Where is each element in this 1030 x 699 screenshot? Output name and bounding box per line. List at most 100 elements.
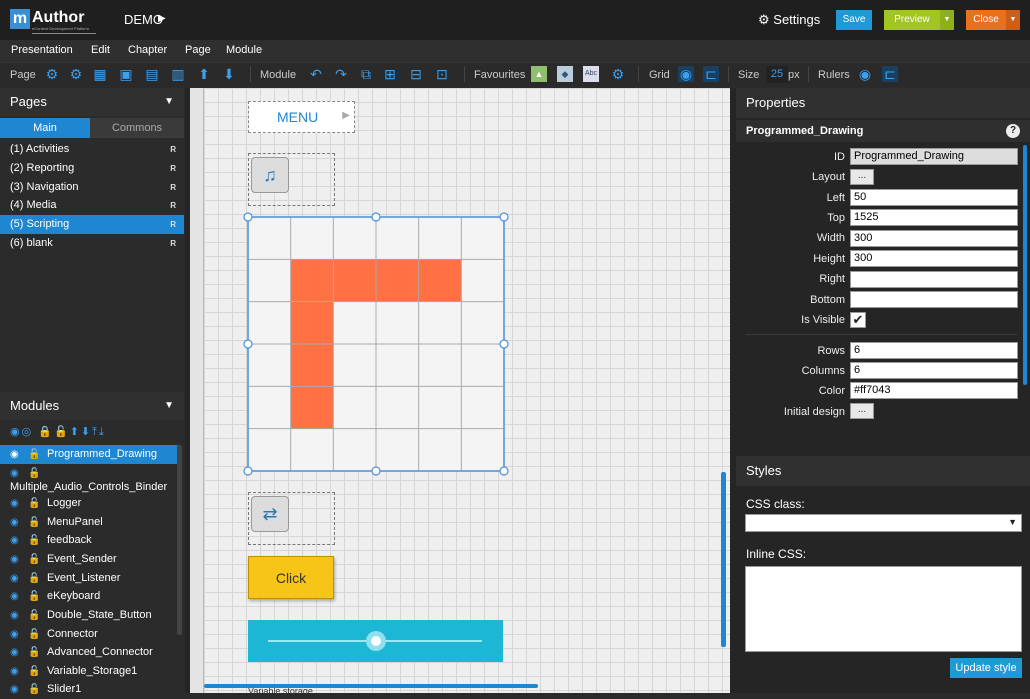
save-button[interactable]: Save: [836, 10, 872, 30]
copy-page-icon[interactable]: ▣: [118, 66, 134, 82]
module-item[interactable]: ◉ 🔓 Connector: [0, 625, 178, 644]
eye-icon[interactable]: ◉: [10, 531, 19, 550]
eye-icon[interactable]: ◉: [10, 606, 19, 625]
mauthor-logo[interactable]: m Author eContent Development Platform: [10, 9, 96, 34]
undo-icon[interactable]: ↶: [308, 66, 324, 82]
menu-page[interactable]: Page: [185, 44, 211, 56]
play-icon[interactable]: ▶: [158, 13, 166, 24]
bottom-field[interactable]: [850, 291, 1018, 308]
module-item[interactable]: ◉ 🔓 Double_State_Button: [0, 606, 178, 625]
width-field[interactable]: 300: [850, 230, 1018, 247]
unlock-icon[interactable]: 🔓: [28, 531, 40, 550]
resize-handle[interactable]: [371, 466, 381, 476]
grid-snap-magnet-icon[interactable]: ⊏: [703, 66, 719, 82]
modules-panel-header[interactable]: Modules ▼: [0, 392, 184, 420]
menu-edit[interactable]: Edit: [91, 44, 110, 56]
module-item[interactable]: ◉ 🔓 MenuPanel: [0, 513, 178, 532]
module-align-icon[interactable]: ⊞: [382, 66, 398, 82]
click-button[interactable]: Click: [248, 556, 334, 599]
move-up-icon[interactable]: ⬆: [70, 426, 81, 438]
css-class-select[interactable]: ▼: [745, 514, 1022, 532]
is-visible-checkbox[interactable]: ✔: [850, 312, 866, 328]
move-down-icon[interactable]: ⬇: [221, 66, 237, 82]
tab-main[interactable]: Main: [0, 118, 90, 138]
height-field[interactable]: 300: [850, 250, 1018, 267]
properties-scrollbar[interactable]: [1023, 145, 1027, 385]
unlock-icon[interactable]: 🔓: [28, 606, 40, 625]
eye-icon[interactable]: ◉: [10, 643, 19, 662]
unlock-icon[interactable]: 🔓: [28, 550, 40, 569]
rows-field[interactable]: 6: [850, 342, 1018, 359]
inline-css-textarea[interactable]: [745, 566, 1022, 652]
preview-dropdown-icon[interactable]: ▼: [940, 10, 954, 30]
hide-all-eye-icon[interactable]: ◎: [22, 426, 34, 438]
id-field[interactable]: Programmed_Drawing: [850, 148, 1018, 165]
unlock-icon[interactable]: 🔓: [28, 680, 40, 699]
columns-field[interactable]: 6: [850, 362, 1018, 379]
filled-cell[interactable]: [333, 259, 376, 302]
unlock-icon[interactable]: 🔓: [28, 494, 40, 513]
tab-commons[interactable]: Commons: [90, 118, 184, 138]
show-all-eye-icon[interactable]: ◉: [10, 426, 22, 438]
filled-cell[interactable]: [290, 344, 334, 387]
module-copy-icon[interactable]: ⧉: [358, 66, 374, 82]
close-dropdown-icon[interactable]: ▼: [1006, 10, 1020, 30]
module-item-selected[interactable]: ◉ 🔓 Programmed_Drawing: [0, 445, 178, 464]
resize-handle[interactable]: [243, 339, 253, 349]
module-item[interactable]: ◉ 🔓 Logger: [0, 494, 178, 513]
help-icon[interactable]: ?: [1006, 124, 1020, 138]
menu-module[interactable]: Module: [226, 44, 262, 56]
page-item[interactable]: (6) blank R: [0, 234, 184, 253]
connector-module[interactable]: ⇄: [248, 492, 335, 545]
layout-button[interactable]: ...: [850, 169, 874, 185]
eye-icon[interactable]: ◉: [10, 513, 19, 532]
slider-handle[interactable]: [366, 631, 386, 651]
paste-page-icon[interactable]: ▤: [144, 66, 160, 82]
eye-icon[interactable]: ◉: [10, 494, 19, 513]
resize-handle[interactable]: [243, 212, 253, 222]
module-item[interactable]: ◉ 🔓 Event_Listener: [0, 569, 178, 588]
rulers-snap-icon[interactable]: ⊏: [882, 66, 898, 82]
right-field[interactable]: [850, 271, 1018, 288]
collapse-triangle-icon[interactable]: ▼: [164, 392, 174, 420]
grid-visibility-eye-icon[interactable]: ◉: [678, 66, 694, 82]
eraser-module-icon[interactable]: ◆: [557, 66, 573, 82]
slider-module[interactable]: [248, 620, 503, 662]
rulers-visibility-icon[interactable]: ◉: [857, 66, 873, 82]
collapse-triangle-icon[interactable]: ▼: [164, 88, 174, 116]
left-field[interactable]: 50: [850, 189, 1018, 206]
menu-presentation[interactable]: Presentation: [11, 44, 73, 56]
menu-module[interactable]: MENU ▶: [248, 101, 355, 133]
filled-cell[interactable]: [290, 301, 334, 344]
module-item[interactable]: ◉ 🔓 eKeyboard: [0, 587, 178, 606]
module-item[interactable]: ◉ 🔓 Event_Sender: [0, 550, 178, 569]
unlock-icon[interactable]: 🔓: [28, 643, 40, 662]
canvas-vertical-scrollbar[interactable]: [721, 472, 726, 647]
page-item-selected[interactable]: (5) Scripting R: [0, 215, 184, 234]
add-page-copy-icon[interactable]: ⚙: [68, 66, 84, 82]
filled-cell[interactable]: [418, 259, 462, 302]
page-item[interactable]: (3) Navigation R: [0, 178, 184, 197]
unlock-icon[interactable]: 🔓: [28, 587, 40, 606]
eye-icon[interactable]: ◉: [10, 550, 19, 569]
grid-size-input[interactable]: 25: [766, 66, 788, 83]
update-style-button[interactable]: Update style: [950, 658, 1022, 678]
move-bottom-icon[interactable]: ⤓: [99, 426, 106, 438]
unlock-icon[interactable]: 🔓: [28, 662, 40, 681]
resize-handle[interactable]: [499, 466, 509, 476]
close-button[interactable]: Close: [966, 10, 1006, 30]
unlock-icon[interactable]: 🔓: [28, 445, 40, 464]
audio-binder-module[interactable]: ♫: [248, 153, 335, 206]
move-down-icon[interactable]: ⬇: [81, 426, 92, 438]
filled-cell[interactable]: [376, 259, 419, 302]
move-up-icon[interactable]: ⬆: [196, 66, 212, 82]
eye-icon[interactable]: ◉: [10, 569, 19, 588]
module-item[interactable]: ◉ 🔓 Multiple_Audio_Controls_Binder: [0, 464, 178, 496]
filled-cell[interactable]: [290, 386, 334, 429]
eye-icon[interactable]: ◉: [10, 625, 19, 644]
lock-all-icon[interactable]: 🔒: [38, 426, 54, 438]
unlock-icon[interactable]: 🔓: [28, 513, 40, 532]
resize-handle[interactable]: [499, 212, 509, 222]
move-top-icon[interactable]: ⤒: [92, 426, 99, 438]
redo-icon[interactable]: ↷: [333, 66, 349, 82]
